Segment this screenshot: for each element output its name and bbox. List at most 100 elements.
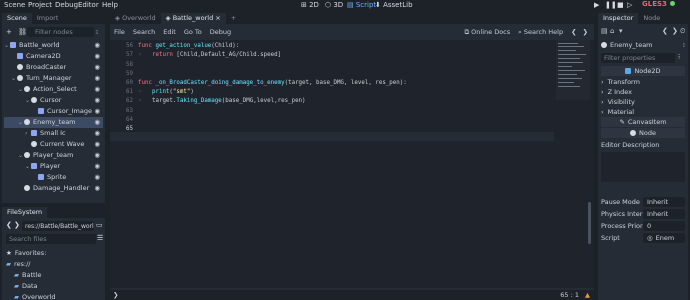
inspector-section[interactable]: › Transform <box>601 77 640 87</box>
visibility-eye-icon[interactable]: ◉ <box>94 107 100 115</box>
scene-tree-node[interactable]: Current Wave ◉ <box>4 139 103 150</box>
menu-project[interactable]: Project <box>28 1 52 9</box>
online-docs-button[interactable]: ⧉ Online Docs <box>464 28 510 37</box>
menu-help[interactable]: Help <box>102 1 118 9</box>
tab-battle-world[interactable]: ◈ Battle_world × <box>160 13 226 24</box>
scene-filter-input[interactable]: Filter nodes <box>27 27 94 37</box>
workspace-3d-button[interactable]: ⬡ 3D <box>325 1 343 9</box>
warning-icon[interactable]: ▲ <box>585 291 590 299</box>
scene-tree-node[interactable]: ⌄ Turn_Manager ◉ <box>4 73 103 84</box>
code-line[interactable]: 64 <box>110 116 138 125</box>
filesystem-item[interactable]: ▰ Overworld <box>6 292 56 300</box>
load-resource-icon[interactable]: ⌂ <box>610 27 614 35</box>
visibility-eye-icon[interactable]: ◉ <box>94 74 100 82</box>
visibility-eye-icon[interactable]: ◉ <box>94 52 100 60</box>
property-value[interactable]: Inherit <box>643 197 685 207</box>
search-files-input[interactable]: Search files <box>6 234 96 244</box>
properties-menu-icon[interactable]: ⁝ <box>678 53 680 61</box>
menu-edit[interactable]: Edit <box>163 28 176 36</box>
filesystem-item[interactable]: ▰ Battle <box>6 270 41 281</box>
code-line[interactable]: 63 <box>110 106 138 115</box>
visibility-eye-icon[interactable]: ◉ <box>94 151 100 159</box>
inspector-section[interactable]: › Material <box>601 107 634 117</box>
menu-search[interactable]: Search <box>133 28 155 36</box>
visibility-eye-icon[interactable]: ◉ <box>94 140 100 148</box>
visibility-eye-icon[interactable]: ◉ <box>94 118 100 126</box>
play-icon[interactable]: ▶ <box>594 1 599 9</box>
inspector-section[interactable]: › Visibility <box>601 97 635 107</box>
editor-description-row[interactable]: Editor Description <box>601 140 685 150</box>
path-field[interactable]: res://Battle/Battle_world <box>22 221 94 231</box>
menu-file[interactable]: File <box>114 28 125 36</box>
add-tab-icon[interactable]: + <box>226 13 241 24</box>
scene-tree-node[interactable]: Sprite ◉ <box>4 172 103 183</box>
scene-tree-node[interactable]: Camera2D ◉ <box>4 51 103 62</box>
code-scrollbar[interactable] <box>588 202 591 244</box>
menu-debug-script[interactable]: Debug <box>210 28 231 36</box>
scene-tree-node[interactable]: BroadCaster ◉ <box>4 62 103 73</box>
code-line[interactable]: 59 <box>110 70 138 79</box>
visibility-eye-icon[interactable]: ◉ <box>94 129 100 137</box>
previous-script-icon[interactable]: ❮ <box>571 28 576 36</box>
code-line[interactable]: 60 func _on_BroadCaster_doing_damage_to_e… <box>110 79 407 88</box>
stop-icon[interactable]: ■ <box>617 1 624 9</box>
renderer-selector[interactable]: GLES3 <box>642 0 675 8</box>
code-line[interactable]: 56 func get_action_value (Child): <box>110 42 239 51</box>
toggle-panel-icon[interactable]: ❯ <box>113 291 118 299</box>
node-tools-icon[interactable]: ⁝ <box>683 41 685 49</box>
scene-tree-node[interactable]: Cursor_Image ◉ <box>4 106 103 117</box>
visibility-eye-icon[interactable]: ◉ <box>94 85 100 93</box>
history-icon[interactable]: ⏲ <box>680 27 685 36</box>
tab-filesystem[interactable]: FileSystem <box>2 207 48 218</box>
menu-editor[interactable]: Editor <box>78 1 99 9</box>
menu-goto[interactable]: Go To <box>184 28 202 36</box>
history-forward-icon[interactable]: ❯ <box>672 27 678 35</box>
filesystem-item[interactable]: ★ Favorites: <box>6 248 46 259</box>
code-line[interactable]: 57 » return [Child,Default_AG/Child.speed… <box>110 51 281 60</box>
visibility-eye-icon[interactable]: ◉ <box>94 96 100 104</box>
scene-tree-node[interactable]: › Small Ic ◉ <box>4 128 103 139</box>
scene-tree-node[interactable]: ⌄ Player ◉ <box>4 161 103 172</box>
property-value[interactable]: ◎ Enem <box>643 233 685 243</box>
tab-import[interactable]: Import <box>32 13 64 24</box>
workspace-script-button[interactable]: ▤ Script <box>347 1 376 9</box>
tab-node[interactable]: Node <box>638 13 665 24</box>
new-resource-icon[interactable]: ▤ <box>601 27 608 35</box>
code-area[interactable]: 56 func get_action_value (Child): 57 » retur… <box>110 40 594 288</box>
filesystem-item[interactable]: ▰ res:// <box>6 259 31 270</box>
editor-description-field[interactable] <box>601 152 685 182</box>
add-node-icon[interactable]: + <box>6 28 12 36</box>
tab-overworld[interactable]: ◈ Overworld <box>110 13 161 24</box>
scene-tree-node[interactable]: ⌄ Enemy_team ◉ <box>4 117 103 128</box>
scene-tree-node[interactable]: ⌄ Cursor ◉ <box>4 95 103 106</box>
next-script-icon[interactable]: ❯ <box>583 28 588 36</box>
scene-tree-node[interactable]: Damage_Handler ◉ <box>4 183 103 194</box>
selected-node-row[interactable]: Enemy_team ⁝ <box>601 40 685 50</box>
workspace-2d-button[interactable]: ⊞ 2D <box>301 1 319 9</box>
menu-debug[interactable]: Debug <box>55 1 78 9</box>
property-value[interactable]: 0 <box>643 221 685 231</box>
split-view-icon[interactable]: ▭ <box>96 221 103 229</box>
history-back-icon[interactable]: ❮ <box>662 27 668 35</box>
filesystem-item[interactable]: ▰ Data <box>6 281 38 292</box>
property-value[interactable]: Inherit <box>643 209 685 219</box>
visibility-eye-icon[interactable]: ◉ <box>94 162 100 170</box>
tab-scene[interactable]: Scene <box>2 13 32 24</box>
code-line[interactable]: 58 <box>110 60 138 69</box>
sort-icon[interactable]: ☰ <box>97 234 103 242</box>
inspector-section[interactable]: › Z Index <box>601 87 632 97</box>
code-line[interactable]: 61» print("smt") <box>110 88 194 97</box>
scene-tools-icon[interactable]: ⁝ <box>96 28 98 36</box>
filter-properties-input[interactable]: Filter properties <box>601 53 675 63</box>
code-minimap[interactable] <box>556 40 590 100</box>
tab-inspector[interactable]: Inspector <box>598 13 639 24</box>
workspace-assetlib-button[interactable]: ⬇ AssetLib <box>375 1 413 9</box>
code-line[interactable]: 62 » target. Taking_Damage (base_DMG,level,… <box>110 97 306 106</box>
pause-icon[interactable]: ❚❚ <box>605 1 617 9</box>
scene-tree-node[interactable]: ⌄ Battle_world ◉ <box>4 40 103 51</box>
visibility-eye-icon[interactable]: ◉ <box>94 184 100 192</box>
visibility-eye-icon[interactable]: ◉ <box>94 41 100 49</box>
visibility-eye-icon[interactable]: ◉ <box>94 173 100 181</box>
save-resource-icon[interactable]: ▾ <box>619 27 623 35</box>
back-icon[interactable]: ❮ <box>6 221 12 229</box>
